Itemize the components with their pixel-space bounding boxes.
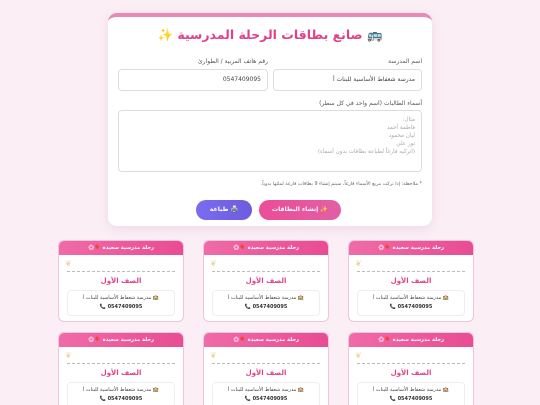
phone-label: رقم هاتف المربية / الطوارئ [197, 58, 268, 65]
card-header: رحلة مدرسية سعيدة 🎈🌸 [59, 333, 183, 347]
butterfly-icon: ❦ [65, 259, 72, 268]
card-info-box: 🏫 مدرسة شعفاط الأساسية للبنات أ 📞 054740… [357, 382, 465, 405]
card-school: 🏫 مدرسة شعفاط الأساسية للبنات أ [82, 295, 160, 301]
butterfly-icon: ❦ [210, 259, 217, 268]
students-textarea[interactable]: مثال: فاطمة أحمد ليان محمود نور علي (اتر… [118, 110, 422, 172]
name-line [212, 363, 320, 364]
trip-card: رحلة مدرسية سعيدة 🎈🌸 ❦ الصف الأول 🏫 مدرس… [203, 332, 329, 405]
card-grade: الصف الأول [245, 369, 287, 377]
card-header: رحلة مدرسية سعيدة 🎈🌸 [204, 241, 328, 255]
card-info-box: 🏫 مدرسة شعفاط الأساسية للبنات أ 📞 054740… [67, 382, 175, 405]
card-grade: الصف الأول [245, 277, 287, 285]
page-title: 🚌 صانع بطاقات الرحلة المدرسية ✨ [157, 27, 383, 42]
trip-card: رحلة مدرسية سعيدة 🎈🌸 ❦ الصف الأول 🏫 مدرس… [203, 240, 329, 322]
card-grade: الصف الأول [390, 369, 432, 377]
card-info-box: 🏫 مدرسة شعفاط الأساسية للبنات أ 📞 054740… [212, 382, 320, 405]
card-school: 🏫 مدرسة شعفاط الأساسية للبنات أ [372, 387, 450, 393]
butterfly-icon: ❦ [355, 259, 362, 268]
card-phone: 📞 0547409095 [389, 396, 433, 402]
card-school: 🏫 مدرسة شعفاط الأساسية للبنات أ [82, 387, 160, 393]
print-button[interactable]: 🖨️ طباعة [196, 200, 252, 220]
card-header: رحلة مدرسية سعيدة 🎈🌸 [349, 241, 473, 255]
name-line [67, 363, 175, 364]
card-school: 🏫 مدرسة شعفاط الأساسية للبنات أ [372, 295, 450, 301]
name-line [357, 363, 465, 364]
card-phone: 📞 0547409095 [99, 304, 143, 310]
card-header: رحلة مدرسية سعيدة 🎈🌸 [349, 333, 473, 347]
card-grade: الصف الأول [100, 277, 142, 285]
trip-card: رحلة مدرسية سعيدة 🎈🌸 ❦ الصف الأول 🏫 مدرس… [348, 240, 474, 322]
empty-names-note: * ملاحظة: إذا تركت مربع الأسماء فارغاً، … [260, 182, 422, 187]
card-phone: 📞 0547409095 [244, 304, 288, 310]
card-grade: الصف الأول [390, 277, 432, 285]
card-school: 🏫 مدرسة شعفاط الأساسية للبنات أ [227, 295, 305, 301]
card-info-box: 🏫 مدرسة شعفاط الأساسية للبنات أ 📞 054740… [357, 290, 465, 316]
card-grade: الصف الأول [100, 369, 142, 377]
card-header: رحلة مدرسية سعيدة 🎈🌸 [204, 333, 328, 347]
trip-card: رحلة مدرسية سعيدة 🎈🌸 ❦ الصف الأول 🏫 مدرس… [58, 240, 184, 322]
name-line [67, 271, 175, 272]
card-phone: 📞 0547409095 [99, 396, 143, 402]
school-label: اسم المدرسة [388, 58, 422, 65]
card-phone: 📞 0547409095 [389, 304, 433, 310]
card-school: 🏫 مدرسة شعفاط الأساسية للبنات أ [227, 387, 305, 393]
butterfly-icon: ❦ [65, 351, 72, 360]
name-line [357, 271, 465, 272]
phone-input[interactable]: 0547409095 [118, 69, 268, 91]
generate-cards-button[interactable]: ✨ إنشاء البطاقات [259, 200, 341, 220]
students-label: أسماء الطالبات (اسم واحد في كل سطر) [319, 100, 422, 107]
card-info-box: 🏫 مدرسة شعفاط الأساسية للبنات أ 📞 054740… [212, 290, 320, 316]
school-input[interactable]: مدرسة شعفاط الأساسية للبنات أ [273, 69, 422, 91]
trip-card: رحلة مدرسية سعيدة 🎈🌸 ❦ الصف الأول 🏫 مدرس… [348, 332, 474, 405]
trip-card: رحلة مدرسية سعيدة 🎈🌸 ❦ الصف الأول 🏫 مدرس… [58, 332, 184, 405]
butterfly-icon: ❦ [210, 351, 217, 360]
butterfly-icon: ❦ [355, 351, 362, 360]
card-info-box: 🏫 مدرسة شعفاط الأساسية للبنات أ 📞 054740… [67, 290, 175, 316]
card-header: رحلة مدرسية سعيدة 🎈🌸 [59, 241, 183, 255]
name-line [212, 271, 320, 272]
card-maker-panel: 🚌 صانع بطاقات الرحلة المدرسية ✨ اسم المد… [108, 13, 432, 226]
card-phone: 📞 0547409095 [244, 396, 288, 402]
